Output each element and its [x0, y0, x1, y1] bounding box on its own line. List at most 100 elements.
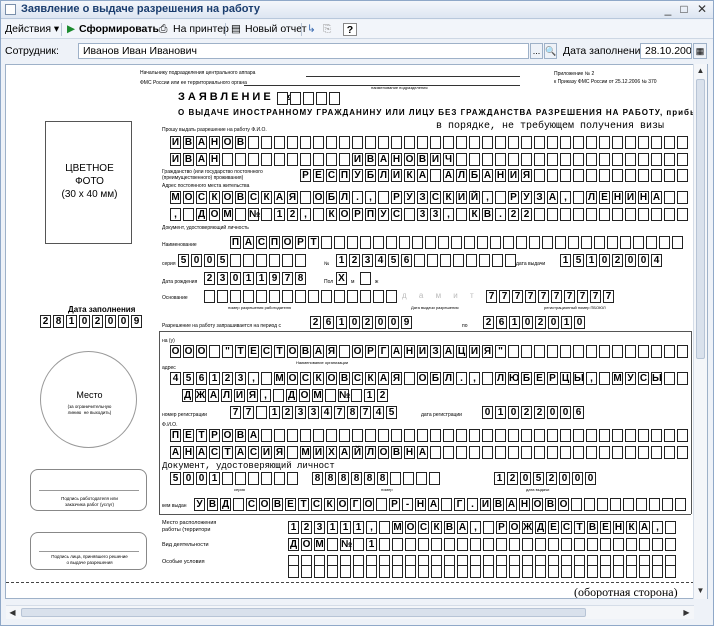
- form-cell: [599, 153, 610, 166]
- maximize-icon[interactable]: □: [677, 2, 691, 16]
- form-cell: А: [378, 153, 389, 166]
- form-cell: 3: [235, 372, 246, 385]
- form-cell: А: [457, 521, 468, 534]
- form-cell: К: [313, 372, 324, 385]
- scroll-left-icon[interactable]: ◀: [6, 606, 19, 619]
- form-cell: 7: [486, 290, 497, 303]
- form-cell: 2: [377, 389, 388, 402]
- number-label: №: [324, 261, 330, 267]
- settings-icon[interactable]: ↳: [307, 23, 316, 35]
- new-report-button[interactable]: Новый отчет: [245, 23, 307, 35]
- form-cell: К: [324, 498, 335, 511]
- form-cell: [534, 208, 545, 221]
- form-cell: [334, 290, 345, 303]
- form-cell: [677, 208, 688, 221]
- form-cell: [573, 191, 584, 204]
- place-label: Место: [76, 390, 103, 400]
- close-icon[interactable]: ✕: [695, 2, 709, 16]
- search-icon[interactable]: 🔍: [544, 43, 557, 59]
- form-cell: Д: [535, 521, 546, 534]
- form-cell: 9: [269, 272, 280, 285]
- form-cell: 1: [586, 254, 597, 267]
- copy-icon[interactable]: ⎘: [323, 23, 331, 36]
- horizontal-scrollbar[interactable]: ◀ ▶: [6, 605, 694, 619]
- form-cell: 5: [533, 472, 544, 485]
- ellipsis-button[interactable]: ...: [530, 43, 543, 59]
- form-cell: А: [506, 498, 517, 511]
- print-button[interactable]: На принтер: [173, 23, 229, 35]
- form-cell: П: [365, 208, 376, 221]
- form-cell: 1: [560, 254, 571, 267]
- form-cell: ,: [652, 521, 663, 534]
- form-cell: [548, 538, 559, 551]
- form-cell: 2: [282, 406, 293, 419]
- date-field[interactable]: 28.10.2009: [640, 43, 692, 59]
- actions-menu[interactable]: Действия ▾: [5, 23, 59, 35]
- form-cell: [261, 136, 272, 149]
- form-cell: [466, 254, 477, 267]
- form-cell: [287, 429, 298, 442]
- form-cell: Й: [469, 191, 480, 204]
- form-cell: [639, 538, 650, 551]
- form-cell: 8: [347, 406, 358, 419]
- form-cell: [625, 208, 636, 221]
- vertical-scrollbar[interactable]: ▲ ▼: [693, 64, 707, 599]
- form-cell: 7: [538, 290, 549, 303]
- back-side-label: (оборотная сторона): [574, 585, 678, 599]
- form-cell: [560, 208, 571, 221]
- form-cell: [378, 136, 389, 149]
- form-cell: Н: [183, 446, 194, 459]
- form-cell: [495, 191, 506, 204]
- form-cell: [392, 538, 403, 551]
- scroll-down-icon[interactable]: ▼: [694, 584, 707, 597]
- form-cell: [456, 429, 467, 442]
- place-circle: Место (за ограничительную линию не выход…: [40, 351, 137, 448]
- period-label: Разрешение на работу запрашивается на пе…: [162, 323, 281, 329]
- form-cell: [508, 429, 519, 442]
- scroll-right-icon[interactable]: ▶: [680, 606, 693, 619]
- form-cell: К: [261, 191, 272, 204]
- form-cell: С: [638, 372, 649, 385]
- calendar-icon[interactable]: ▦: [693, 43, 707, 59]
- form-cell: [418, 538, 429, 551]
- form-cell: [313, 153, 324, 166]
- form-cell: С: [326, 169, 337, 182]
- form-cell: [573, 429, 584, 442]
- form-cell: 0: [638, 254, 649, 267]
- help-button[interactable]: ?: [343, 23, 357, 36]
- form-cell: Н: [209, 136, 220, 149]
- scroll-up-icon[interactable]: ▲: [694, 64, 707, 77]
- form-cell: [303, 92, 314, 105]
- form-cell: [677, 429, 688, 442]
- basis-permit-cells: [204, 290, 399, 303]
- form-cell: [353, 565, 364, 578]
- form-cell: 3: [295, 406, 306, 419]
- surname-cells: ИВАНОВ: [170, 136, 690, 149]
- form-cell: [612, 169, 623, 182]
- form-cell: [651, 429, 662, 442]
- form-cell: К: [404, 169, 415, 182]
- generate-button[interactable]: Сформировать: [79, 23, 159, 35]
- employee-field[interactable]: Иванов Иван Иванович: [78, 43, 529, 59]
- form-cell: [534, 345, 545, 358]
- form-cell: А: [196, 153, 207, 166]
- form-cell: О: [301, 538, 312, 551]
- horizontal-scroll-thumb[interactable]: [21, 608, 586, 617]
- form-cell: 2: [310, 316, 321, 329]
- form-cell: [664, 153, 675, 166]
- form-cell: О: [287, 372, 298, 385]
- form-cell: [230, 290, 241, 303]
- vertical-scroll-thumb[interactable]: [696, 79, 705, 359]
- minimize-icon[interactable]: _: [661, 2, 675, 16]
- form-cell: [274, 472, 285, 485]
- form-cell: ,: [260, 389, 271, 402]
- form-cell: 2: [301, 521, 312, 534]
- address-label: Адрес постоянного места жительства: [162, 183, 250, 189]
- form-cell: [646, 236, 657, 249]
- pboyul-label: регистрационный номер ПБОЮЛ: [544, 305, 606, 310]
- form-cell: Н: [638, 191, 649, 204]
- form-cell: О: [170, 345, 181, 358]
- form-cell: [561, 565, 572, 578]
- form-cell: [204, 290, 215, 303]
- form-cell: 5: [388, 254, 399, 267]
